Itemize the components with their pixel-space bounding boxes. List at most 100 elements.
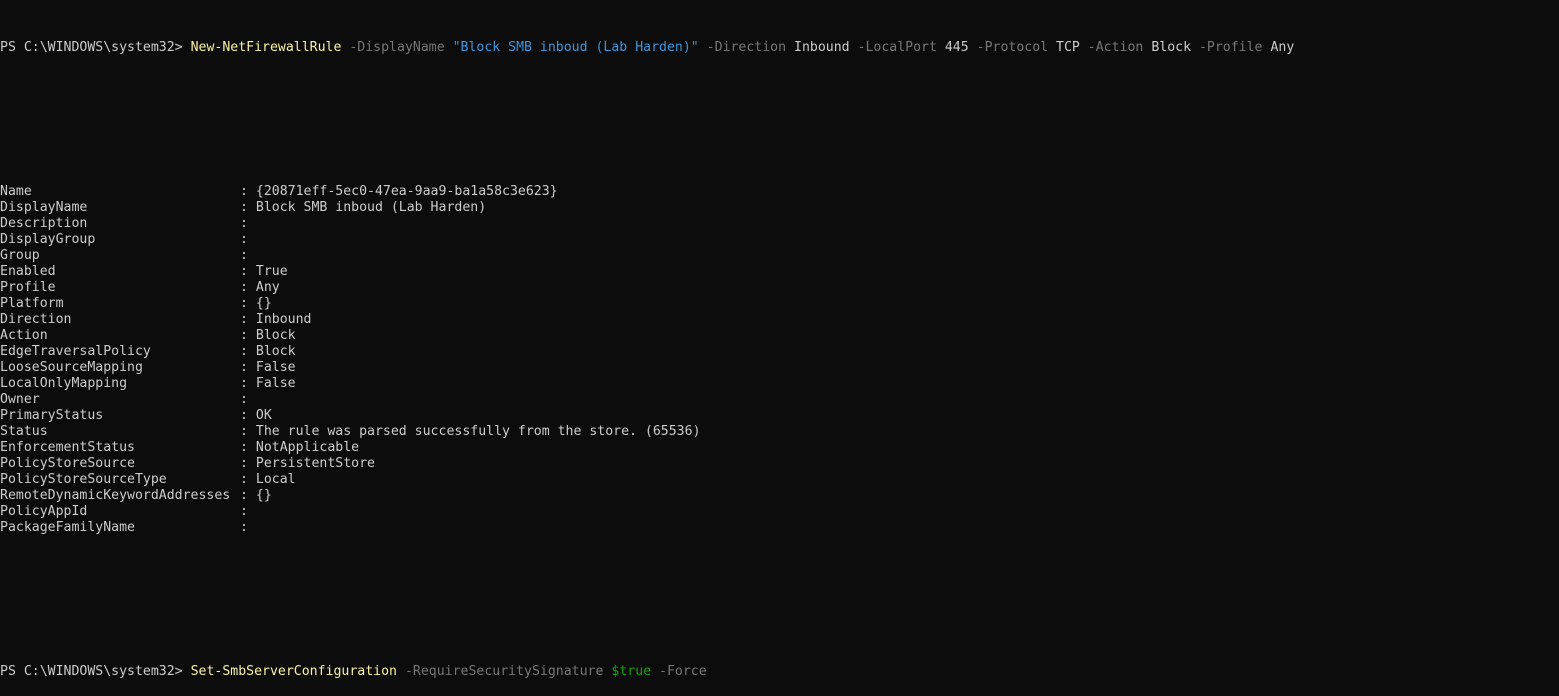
- property-row: Group:: [0, 248, 1559, 264]
- property-name: Owner: [0, 392, 40, 407]
- property-row: PolicyStoreSourceType: Local: [0, 472, 1559, 488]
- property-value: Local: [255, 472, 296, 487]
- property-row: Profile: Any: [0, 280, 1559, 296]
- separator: :: [240, 392, 256, 407]
- property-name: Enabled: [0, 264, 56, 279]
- separator: :: [240, 472, 256, 487]
- property-name: DisplayName: [0, 200, 88, 215]
- property-row: Status: The rule was parsed successfully…: [0, 424, 1559, 440]
- property-row: Action: Block: [0, 328, 1559, 344]
- param-token: -Action: [1079, 40, 1152, 55]
- param-token: -Protocol: [968, 40, 1057, 55]
- command-args: -DisplayName "Block SMB inboud (Lab Hard…: [341, 40, 1294, 55]
- separator: :: [240, 504, 256, 519]
- property-row: EdgeTraversalPolicy: Block: [0, 344, 1559, 360]
- param-token: -DisplayName: [341, 40, 453, 55]
- property-value: False: [255, 360, 296, 375]
- property-value: PersistentStore: [255, 456, 375, 471]
- property-value: OK: [255, 408, 272, 423]
- separator: :: [240, 200, 256, 215]
- property-row: LooseSourceMapping: False: [0, 360, 1559, 376]
- command-line-2: PS C:\WINDOWS\system32> Set-SmbServerCon…: [0, 664, 1559, 680]
- property-value: NotApplicable: [255, 440, 360, 455]
- param-token: -Profile: [1191, 40, 1271, 55]
- arg-token: Block: [1151, 40, 1192, 55]
- property-name: LooseSourceMapping: [0, 360, 143, 375]
- property-value: False: [255, 376, 296, 391]
- cmdlet: New-NetFirewallRule: [190, 40, 342, 55]
- property-name: Profile: [0, 280, 56, 295]
- separator: :: [240, 344, 256, 359]
- prompt: PS C:\WINDOWS\system32>: [0, 40, 191, 55]
- property-row: PackageFamilyName:: [0, 520, 1559, 536]
- separator: :: [240, 248, 256, 263]
- property-row: PolicyStoreSource: PersistentStore: [0, 456, 1559, 472]
- property-row: DisplayGroup:: [0, 232, 1559, 248]
- separator: :: [240, 312, 256, 327]
- arg-token: Any: [1270, 40, 1295, 55]
- property-name: PackageFamilyName: [0, 520, 135, 535]
- property-row: RemoteDynamicKeywordAddresses: {}: [0, 488, 1559, 504]
- separator: :: [240, 264, 256, 279]
- separator: :: [240, 216, 256, 231]
- property-value: {}: [255, 296, 272, 311]
- arg-token: Inbound: [794, 40, 850, 55]
- property-name: Status: [0, 424, 48, 439]
- separator: :: [240, 360, 256, 375]
- property-row: DisplayName: Block SMB inboud (Lab Harde…: [0, 200, 1559, 216]
- prompt: PS C:\WINDOWS\system32>: [0, 664, 191, 679]
- separator: :: [240, 408, 256, 423]
- param-token: -Direction: [698, 40, 794, 55]
- param-token: -RequireSecuritySignature: [397, 664, 612, 679]
- param-token: -LocalPort: [849, 40, 945, 55]
- property-value: {}: [255, 488, 272, 503]
- arg-token: 445: [944, 40, 969, 55]
- property-value: Block: [255, 344, 296, 359]
- separator: :: [240, 328, 256, 343]
- property-name: PolicyStoreSourceType: [0, 472, 167, 487]
- command-line-1: PS C:\WINDOWS\system32> New-NetFirewallR…: [0, 40, 1559, 56]
- property-value: True: [255, 264, 288, 279]
- property-value: The rule was parsed successfully from th…: [255, 424, 701, 439]
- separator: :: [240, 456, 256, 471]
- property-row: LocalOnlyMapping: False: [0, 376, 1559, 392]
- separator: :: [240, 520, 256, 535]
- property-name: Description: [0, 216, 88, 231]
- property-row: Owner:: [0, 392, 1559, 408]
- property-row: Platform: {}: [0, 296, 1559, 312]
- property-value: Any: [255, 280, 280, 295]
- separator: :: [240, 296, 256, 311]
- separator: :: [240, 232, 256, 247]
- property-name: Direction: [0, 312, 72, 327]
- property-name: EdgeTraversalPolicy: [0, 344, 151, 359]
- powershell-console[interactable]: PS C:\WINDOWS\system32> New-NetFirewallR…: [0, 8, 1559, 696]
- param-token: -Force: [651, 664, 707, 679]
- separator: :: [240, 424, 256, 439]
- property-name: EnforcementStatus: [0, 440, 135, 455]
- property-name: PrimaryStatus: [0, 408, 104, 423]
- property-row: EnforcementStatus: NotApplicable: [0, 440, 1559, 456]
- property-row: Name: {20871eff-5ec0-47ea-9aa9-ba1a58c3e…: [0, 184, 1559, 200]
- property-name: LocalOnlyMapping: [0, 376, 128, 391]
- property-name: Name: [0, 184, 32, 199]
- property-name: RemoteDynamicKeywordAddresses: [0, 488, 231, 503]
- property-name: DisplayGroup: [0, 232, 96, 247]
- property-row: Direction: Inbound: [0, 312, 1559, 328]
- separator: :: [240, 280, 256, 295]
- property-name: PolicyStoreSource: [0, 456, 135, 471]
- command-args: -RequireSecuritySignature $true -Force: [397, 664, 707, 679]
- separator: :: [240, 184, 256, 199]
- property-row: Enabled: True: [0, 264, 1559, 280]
- cmdlet: Set-SmbServerConfiguration: [190, 664, 397, 679]
- separator: :: [240, 376, 256, 391]
- property-value: Block SMB inboud (Lab Harden): [255, 200, 487, 215]
- separator: :: [240, 440, 256, 455]
- property-name: Platform: [0, 296, 64, 311]
- property-value: Inbound: [255, 312, 312, 327]
- property-row: PrimaryStatus: OK: [0, 408, 1559, 424]
- property-row: Description:: [0, 216, 1559, 232]
- property-name: Group: [0, 248, 40, 263]
